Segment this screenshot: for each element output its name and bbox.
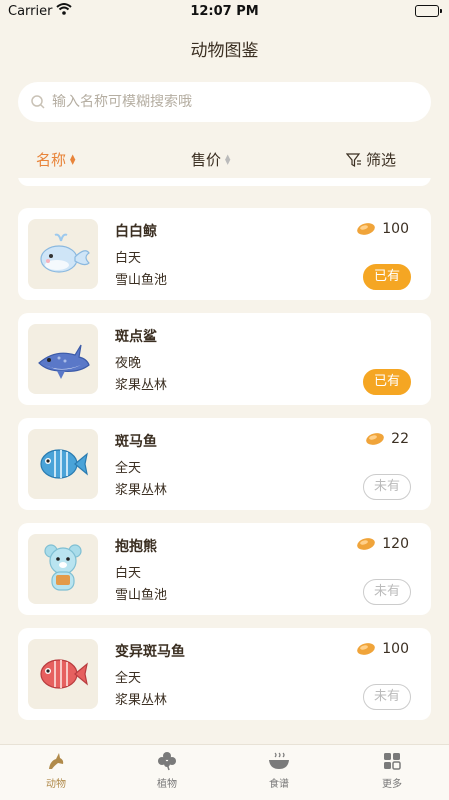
- sort-arrows-icon: ▲ ▼: [70, 152, 76, 166]
- animal-list[interactable]: 白白鲸 白天 雪山鱼池 100 已有 斑点鲨 夜晚 浆果丛林 已有 斑马鱼 全天…: [0, 178, 449, 744]
- animal-price: 100: [356, 221, 409, 237]
- animal-habitat: 雪山鱼池: [115, 273, 168, 288]
- tab-label: 食谱: [269, 779, 289, 790]
- animal-name: 抱抱熊: [115, 539, 157, 555]
- animal-habitat: 浆果丛林: [115, 378, 168, 393]
- animal-thumbnail: [28, 534, 98, 604]
- animal-habitat: 浆果丛林: [115, 483, 168, 498]
- animal-active-time: 夜晚: [115, 356, 142, 371]
- tab-label: 植物: [157, 779, 177, 790]
- sort-price-label: 售价: [191, 151, 222, 169]
- coin-icon: [357, 223, 376, 235]
- sort-name-label: 名称: [36, 151, 67, 169]
- clover-icon: [158, 752, 176, 771]
- list-item[interactable]: 斑点鲨 夜晚 浆果丛林 已有: [18, 313, 431, 405]
- grid-icon: [384, 753, 401, 770]
- bowl-icon: [269, 752, 289, 769]
- coin-icon: [366, 433, 384, 445]
- animal-price: 22: [365, 431, 409, 447]
- tab-label: 动物: [46, 779, 66, 790]
- mutant-zebrafish-icon: [40, 659, 88, 689]
- search-icon: [31, 95, 45, 109]
- ownership-button[interactable]: 已有: [363, 264, 411, 290]
- tab-label: 更多: [382, 779, 402, 790]
- sort-by-name-button[interactable]: 名称 ▲ ▼: [36, 149, 75, 170]
- list-item-partial: [18, 178, 431, 186]
- price-value: 120: [382, 536, 409, 552]
- status-bar: Carrier 12:07 PM: [0, 0, 449, 22]
- search-bar[interactable]: [18, 82, 431, 122]
- tab-animals[interactable]: 动物: [26, 751, 86, 790]
- ownership-button[interactable]: 未有: [363, 684, 411, 710]
- coin-icon: [357, 538, 376, 550]
- list-item[interactable]: 抱抱熊 白天 雪山鱼池 120 未有: [18, 523, 431, 615]
- animal-active-time: 白天: [115, 566, 142, 581]
- price-value: 100: [382, 221, 409, 237]
- animal-name: 白白鲸: [115, 224, 157, 240]
- tab-more[interactable]: 更多: [362, 751, 422, 790]
- filter-button[interactable]: 筛选: [346, 149, 396, 170]
- animal-price: 120: [356, 536, 409, 552]
- price-value: 22: [391, 431, 409, 447]
- page-title: 动物图鉴: [190, 41, 259, 61]
- animal-thumbnail: [28, 639, 98, 709]
- filter-label: 筛选: [366, 151, 397, 169]
- sort-arrows-icon: ▲ ▼: [225, 152, 231, 166]
- coin-icon: [357, 643, 376, 655]
- price-value: 100: [382, 641, 409, 657]
- tab-recipes[interactable]: 食谱: [249, 751, 309, 790]
- battery-icon: [415, 5, 442, 17]
- list-item[interactable]: 斑马鱼 全天 浆果丛林 22 未有: [18, 418, 431, 510]
- animal-active-time: 白天: [115, 251, 142, 266]
- tab-plants[interactable]: 植物: [137, 751, 197, 790]
- whale-icon: [40, 233, 90, 273]
- ownership-button[interactable]: 未有: [363, 579, 411, 605]
- filter-icon: [346, 152, 361, 167]
- ownership-button[interactable]: 未有: [363, 474, 411, 500]
- animal-habitat: 浆果丛林: [115, 693, 168, 708]
- list-item[interactable]: 变异斑马鱼 全天 浆果丛林 100 未有: [18, 628, 431, 720]
- bear-icon: [44, 544, 82, 591]
- animal-active-time: 全天: [115, 461, 142, 476]
- shark-icon: [38, 344, 90, 379]
- tab-bar: 动物 植物 食谱 更多: [0, 744, 449, 800]
- zebrafish-icon: [40, 449, 88, 479]
- animal-thumbnail: [28, 324, 98, 394]
- animal-price: 100: [356, 641, 409, 657]
- animal-name: 斑马鱼: [115, 434, 157, 450]
- sort-by-price-button[interactable]: 售价 ▲ ▼: [191, 149, 230, 170]
- animal-icon: [49, 753, 64, 769]
- ownership-button[interactable]: 已有: [363, 369, 411, 395]
- sort-bar: 名称 ▲ ▼ 售价 ▲ ▼ 筛选: [0, 144, 449, 174]
- search-input[interactable]: [52, 94, 392, 110]
- list-item[interactable]: 白白鲸 白天 雪山鱼池 100 已有: [18, 208, 431, 300]
- animal-active-time: 全天: [115, 671, 142, 686]
- clock: 12:07 PM: [190, 4, 259, 19]
- animal-name: 变异斑马鱼: [115, 644, 185, 660]
- animal-thumbnail: [28, 219, 98, 289]
- animal-name: 斑点鲨: [115, 329, 157, 345]
- animal-thumbnail: [28, 429, 98, 499]
- animal-habitat: 雪山鱼池: [115, 588, 168, 603]
